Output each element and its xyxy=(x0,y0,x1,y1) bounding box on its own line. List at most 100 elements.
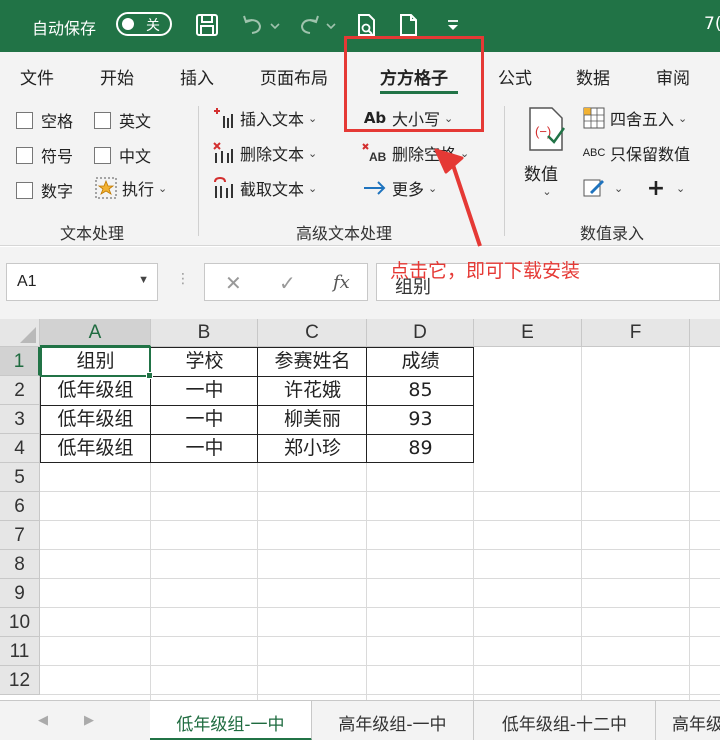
table-cell[interactable]: 柳美丽 xyxy=(258,405,367,434)
table-cell[interactable]: 成绩 xyxy=(367,347,474,376)
tab-insert[interactable]: 插入 xyxy=(180,64,214,89)
column-header[interactable]: F xyxy=(582,319,690,347)
table-cell[interactable]: 85 xyxy=(367,376,474,405)
round-icon xyxy=(582,106,606,130)
row-header[interactable]: 3 xyxy=(0,405,40,434)
tab-review[interactable]: 审阅 xyxy=(656,64,690,89)
checkbox-label: 空格 xyxy=(41,112,74,131)
checkbox-label: 符号 xyxy=(41,147,74,166)
checkbox-symbol[interactable]: 符号 xyxy=(16,143,73,167)
annotation-text: 点击它，即可下载安装 xyxy=(390,260,581,282)
cancel-icon[interactable]: ✕ xyxy=(225,271,242,295)
row-header[interactable]: 4 xyxy=(0,434,40,463)
checkbox-number[interactable]: 数字 xyxy=(16,178,73,202)
tab-formulas[interactable]: 公式 xyxy=(498,64,532,89)
table-cell[interactable]: 郑小珍 xyxy=(258,434,367,463)
extract-text-icon xyxy=(212,176,236,200)
chevron-down-icon: ⌄ xyxy=(460,146,470,160)
row-header[interactable]: 6 xyxy=(0,492,40,521)
insert-text-button[interactable]: 插入文本 ⌄ xyxy=(212,106,317,130)
sheet-tab[interactable]: 高年级组-一中 xyxy=(312,701,474,740)
tab-page-layout[interactable]: 页面布局 xyxy=(260,64,328,89)
row-header[interactable]: 1 xyxy=(0,347,40,376)
round-label: 四舍五入 xyxy=(610,110,675,129)
name-box[interactable]: A1 ▼ xyxy=(6,263,158,301)
add-dropdown-button[interactable]: + ⌄ xyxy=(644,175,685,201)
chevron-down-icon: ⌄ xyxy=(614,181,624,195)
column-header[interactable]: D xyxy=(367,319,474,347)
confirm-icon[interactable]: ✓ xyxy=(279,271,296,295)
sheet-tab[interactable]: 高年级 xyxy=(656,701,720,740)
name-box-value: A1 xyxy=(17,273,37,290)
next-sheet-icon[interactable]: ▶ xyxy=(84,713,94,728)
edit-dropdown-button[interactable]: ⌄ xyxy=(582,176,623,200)
column-header[interactable]: B xyxy=(151,319,258,347)
delete-spaces-button[interactable]: AB 删除空格 ⌄ xyxy=(362,141,469,165)
row-header[interactable]: 11 xyxy=(0,637,40,666)
row-header[interactable]: 10 xyxy=(0,608,40,637)
checkbox-icon xyxy=(16,111,33,129)
undo-dropdown-icon[interactable] xyxy=(268,18,282,44)
fill-handle[interactable] xyxy=(146,372,153,379)
select-all-button[interactable] xyxy=(0,319,40,347)
selected-cell-outline xyxy=(40,346,151,377)
column-header-partial[interactable] xyxy=(690,319,720,347)
chevron-down-icon[interactable]: ▼ xyxy=(138,274,149,286)
table-cell[interactable]: 学校 xyxy=(151,347,258,376)
redo-icon[interactable] xyxy=(296,12,322,38)
drag-handle-icon[interactable]: ⋮ xyxy=(176,271,190,287)
svg-text:AB: AB xyxy=(369,150,387,164)
row-header[interactable]: 8 xyxy=(0,550,40,579)
table-cell[interactable]: 低年级组 xyxy=(40,405,151,434)
insert-function-icon[interactable]: fx xyxy=(333,272,350,293)
more-button[interactable]: 更多 ⌄ xyxy=(362,176,437,200)
chevron-down-icon: ⌄ xyxy=(428,181,438,195)
group-label-number-entry: 数值录入 xyxy=(580,224,645,243)
plus-icon: + xyxy=(646,175,666,201)
delete-text-label: 删除文本 xyxy=(240,145,305,164)
table-cell[interactable]: 低年级组 xyxy=(40,376,151,405)
column-header[interactable]: C xyxy=(258,319,367,347)
column-header[interactable]: E xyxy=(474,319,582,347)
gridline xyxy=(40,694,720,695)
row-header[interactable]: 12 xyxy=(0,666,40,695)
column-header[interactable]: A xyxy=(40,319,151,347)
checkbox-english[interactable]: 英文 xyxy=(94,108,151,132)
prev-sheet-icon[interactable]: ◀ xyxy=(38,713,48,728)
row-header[interactable]: 7 xyxy=(0,521,40,550)
table-cell[interactable]: 93 xyxy=(367,405,474,434)
round-button[interactable]: 四舍五入 ⌄ xyxy=(582,106,687,130)
table-cell[interactable]: 一中 xyxy=(151,434,258,463)
checkbox-chinese[interactable]: 中文 xyxy=(94,143,151,167)
tab-data[interactable]: 数据 xyxy=(576,64,610,89)
redo-dropdown-icon[interactable] xyxy=(324,18,338,44)
undo-icon[interactable] xyxy=(240,12,266,38)
tab-home[interactable]: 开始 xyxy=(100,64,134,89)
numeric-button[interactable]: (−) 数值 ⌄ xyxy=(524,106,570,206)
table-cell[interactable]: 一中 xyxy=(151,405,258,434)
table-cell[interactable]: 89 xyxy=(367,434,474,463)
table-cell[interactable]: 低年级组 xyxy=(40,434,151,463)
row-header[interactable]: 5 xyxy=(0,463,40,492)
toggle-label: 关 xyxy=(146,18,160,34)
extract-text-button[interactable]: 截取文本 ⌄ xyxy=(212,176,317,200)
autosave-toggle[interactable]: 关 xyxy=(116,12,172,36)
customize-toolbar-icon[interactable] xyxy=(440,12,466,38)
print-preview-icon[interactable] xyxy=(354,12,380,38)
checkbox-space[interactable]: 空格 xyxy=(16,108,73,132)
row-header[interactable]: 9 xyxy=(0,579,40,608)
table-cell[interactable]: 参赛姓名 xyxy=(258,347,367,376)
sheet-tab[interactable]: 低年级组-一中 xyxy=(150,701,312,740)
row-header[interactable]: 2 xyxy=(0,376,40,405)
keep-numeric-button[interactable]: ABC 只保留数值 xyxy=(582,141,690,165)
execute-button[interactable]: 执行 ⌄ xyxy=(94,176,167,200)
tab-file[interactable]: 文件 xyxy=(20,64,54,89)
new-file-icon[interactable] xyxy=(396,12,422,38)
gridline xyxy=(40,607,720,608)
table-cell[interactable]: 一中 xyxy=(151,376,258,405)
delete-text-button[interactable]: 删除文本 ⌄ xyxy=(212,141,317,165)
chevron-down-icon: ⌄ xyxy=(308,146,318,160)
table-cell[interactable]: 许花娥 xyxy=(258,376,367,405)
save-icon[interactable] xyxy=(194,12,220,38)
sheet-tab[interactable]: 低年级组-十二中 xyxy=(474,701,656,740)
